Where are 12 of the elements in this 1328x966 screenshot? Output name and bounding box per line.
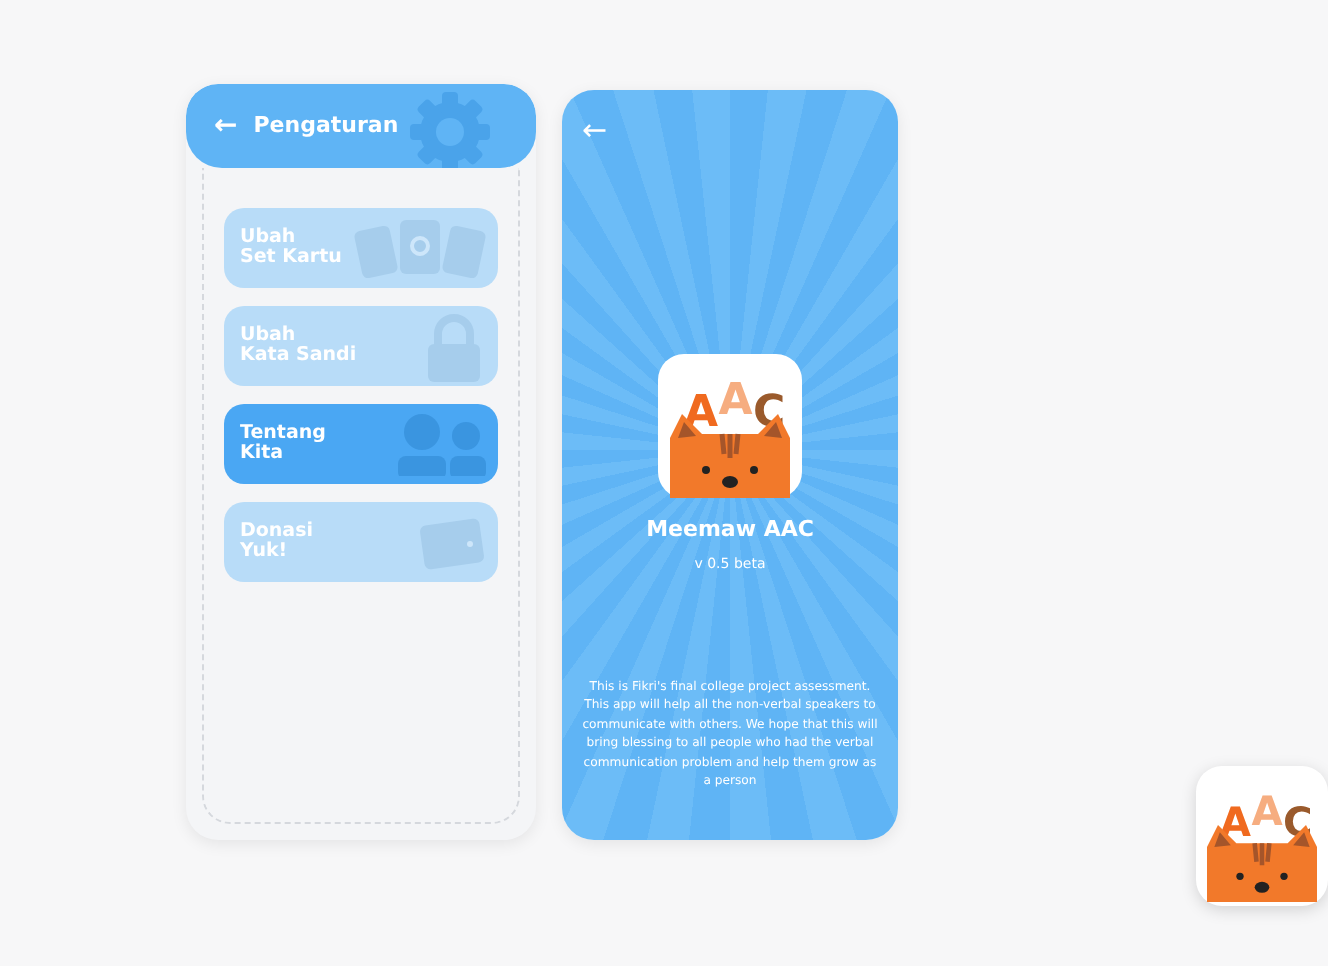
cards-icon [354,216,486,280]
lock-icon [422,314,486,382]
screen-title: Pengaturan [253,109,399,142]
app-name: Meemaw AAC [644,514,816,546]
menu-item[interactable]: Ubah Set Kartu [224,208,498,288]
logo-letter: A [718,376,753,426]
logo-letter: A [1251,787,1283,835]
menu-item[interactable]: Donasi Yuk! [224,502,498,582]
menu-item[interactable]: Ubah Kata Sandi [224,306,498,386]
menu-item[interactable]: Tentang Kita [224,404,498,484]
back-button[interactable]: ← [562,90,608,146]
back-button[interactable]: ← [214,105,238,147]
